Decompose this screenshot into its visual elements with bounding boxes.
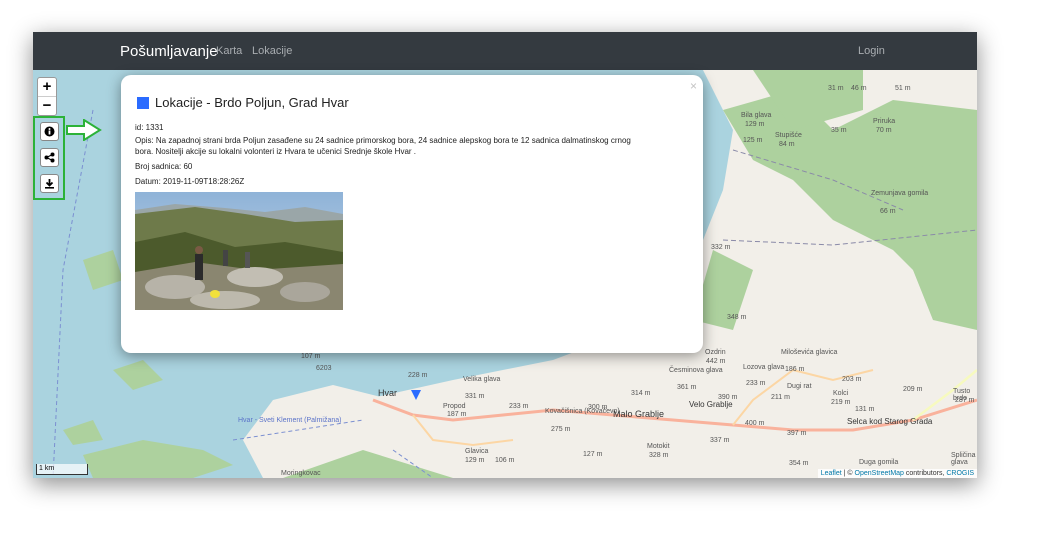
- map-elevation: 233 m: [746, 380, 766, 387]
- popup-date: Datum: 2019-11-09T18:28:26Z: [135, 177, 245, 186]
- map-elevation: 84 m: [779, 141, 795, 148]
- map-elevation: 129 m: [745, 121, 765, 128]
- map-elevation: 337 m: [710, 437, 730, 444]
- map-elevation: 186 m: [785, 366, 805, 373]
- map-place: Ozdrin: [705, 349, 726, 356]
- attribution-text: contributors,: [903, 470, 947, 477]
- map-elevation: 300 m: [588, 404, 608, 411]
- map-elevation: 332 m: [711, 244, 731, 251]
- zoom-out-button[interactable]: −: [38, 96, 56, 115]
- osm-link[interactable]: OpenStreetMap: [855, 470, 904, 477]
- map-elevation: 125 m: [743, 137, 763, 144]
- map-place-hvar: Hvar: [378, 388, 398, 398]
- map-elevation: 203 m: [842, 376, 862, 383]
- map-elevation: 107 m: [301, 353, 321, 360]
- popup-seedling-count: Broj sadnica: 60: [135, 162, 193, 171]
- zoom-control: + −: [37, 77, 57, 116]
- map-place: Velika glava: [463, 376, 501, 383]
- map-elevation: 314 m: [631, 390, 651, 397]
- map-place-selca: Selca kod Starog Grada: [847, 417, 933, 426]
- map-elevation: 354 m: [789, 460, 809, 467]
- popup-close-button[interactable]: ×: [690, 79, 697, 93]
- map-elevation: 397 m: [787, 430, 807, 437]
- share-button[interactable]: [40, 148, 59, 167]
- popup-title: Lokacije - Brdo Poljun, Grad Hvar: [137, 95, 349, 110]
- navbar: Pošumljavanje Karta Lokacije Login: [33, 32, 977, 70]
- location-popup: × Lokacije - Brdo Poljun, Grad Hvar id: …: [121, 75, 703, 353]
- map-place: Duga gomila: [859, 459, 899, 466]
- map-elevation: 187 m: [447, 411, 467, 418]
- map-elevation: 51 m: [895, 85, 911, 92]
- map-elevation: 211 m: [771, 394, 790, 401]
- download-icon: [45, 179, 54, 189]
- nav-link-lokacije[interactable]: Lokacije: [252, 45, 292, 57]
- map-elevation: 66 m: [880, 208, 896, 215]
- map-ferry-route: Hvar - Sveti Klement (Palmižana): [238, 417, 342, 424]
- map-elevation: 233 m: [509, 403, 529, 410]
- map-place: Spličina glava: [951, 452, 976, 466]
- map-place: Motokit: [647, 443, 670, 450]
- map-place: Bila glava: [741, 112, 772, 119]
- map-tools-highlight: [33, 116, 65, 200]
- map-place-velo-grablje: Velo Grablje: [689, 400, 733, 409]
- map-elevation: 106 m: [495, 457, 515, 464]
- leaflet-link[interactable]: Leaflet: [821, 470, 842, 477]
- map-place: Propod: [443, 403, 466, 410]
- map-elevation: 35 m: [831, 127, 847, 134]
- map-elevation: 46 m: [851, 85, 867, 92]
- map-place: Stupišće: [775, 132, 802, 139]
- map-elevation: 400 m: [745, 420, 765, 427]
- map-elevation: 361 m: [677, 384, 697, 391]
- map-elevation: 442 m: [706, 358, 726, 365]
- map-elevation: 129 m: [465, 457, 485, 464]
- map-elevation: 70 m: [876, 127, 892, 134]
- map-elevation: 331 m: [465, 393, 485, 400]
- brand-link[interactable]: Pošumljavanje: [120, 43, 218, 60]
- map-place: Glavica: [465, 448, 489, 455]
- map-place: Kovačišnica (Kovačevo): [545, 408, 620, 415]
- map-place: Kolci: [833, 390, 849, 397]
- popup-title-text: Lokacije - Brdo Poljun, Grad Hvar: [155, 95, 349, 110]
- location-marker-icon: [137, 96, 149, 109]
- app-window: Pošumljavanje Karta Lokacije Login 31 m …: [33, 32, 977, 478]
- arrow-right-icon: [66, 119, 102, 141]
- login-link[interactable]: Login: [858, 45, 885, 57]
- map-place: Miloševića glavica: [781, 349, 838, 356]
- nav-link-karta[interactable]: Karta: [216, 45, 242, 57]
- map-attribution: Leaflet | © OpenStreetMap contributors, …: [817, 469, 977, 478]
- info-icon: [44, 126, 55, 137]
- map-elevation: 219 m: [831, 399, 851, 406]
- scale-bar: 1 km: [36, 464, 88, 475]
- popup-id: id: 1331: [135, 123, 164, 132]
- map-elevation: 228 m: [408, 372, 428, 379]
- map-elevation: 131 m: [855, 406, 875, 413]
- map-elevation: 275 m: [551, 426, 571, 433]
- map-place: Lozova glava: [743, 364, 785, 371]
- popup-description-line1: Opis: Na zapadnoj strani brda Poljun zas…: [135, 136, 631, 145]
- map-elevation: 31 m: [828, 85, 844, 92]
- info-button[interactable]: [40, 122, 59, 141]
- map-elevation: 6203: [316, 365, 332, 372]
- map-elevation: 348 m: [727, 314, 747, 321]
- map-place: Priruka: [873, 118, 896, 125]
- crogis-link[interactable]: CROGIS: [946, 470, 974, 477]
- map-elevation: 209 m: [903, 386, 923, 393]
- attribution-separator: | ©: [841, 470, 855, 477]
- map-place-malo-grablje: Malo Grablje: [613, 409, 665, 419]
- popup-description-line2: bora. Nositelji akcije su lokalni volont…: [135, 147, 417, 156]
- map-elevation: 287 m: [955, 397, 975, 404]
- location-photo: [135, 192, 343, 310]
- zoom-in-button[interactable]: +: [38, 78, 56, 96]
- map-place: Zemunjava gomila: [871, 190, 929, 197]
- map-place: Moringkovac: [281, 470, 321, 477]
- map-elevation: 127 m: [583, 451, 603, 458]
- map-place: Dugi rat: [787, 383, 812, 390]
- download-button[interactable]: [40, 174, 59, 193]
- map-place: Česminova glava: [669, 367, 723, 374]
- map-elevation: 328 m: [649, 452, 669, 459]
- share-icon: [44, 152, 55, 163]
